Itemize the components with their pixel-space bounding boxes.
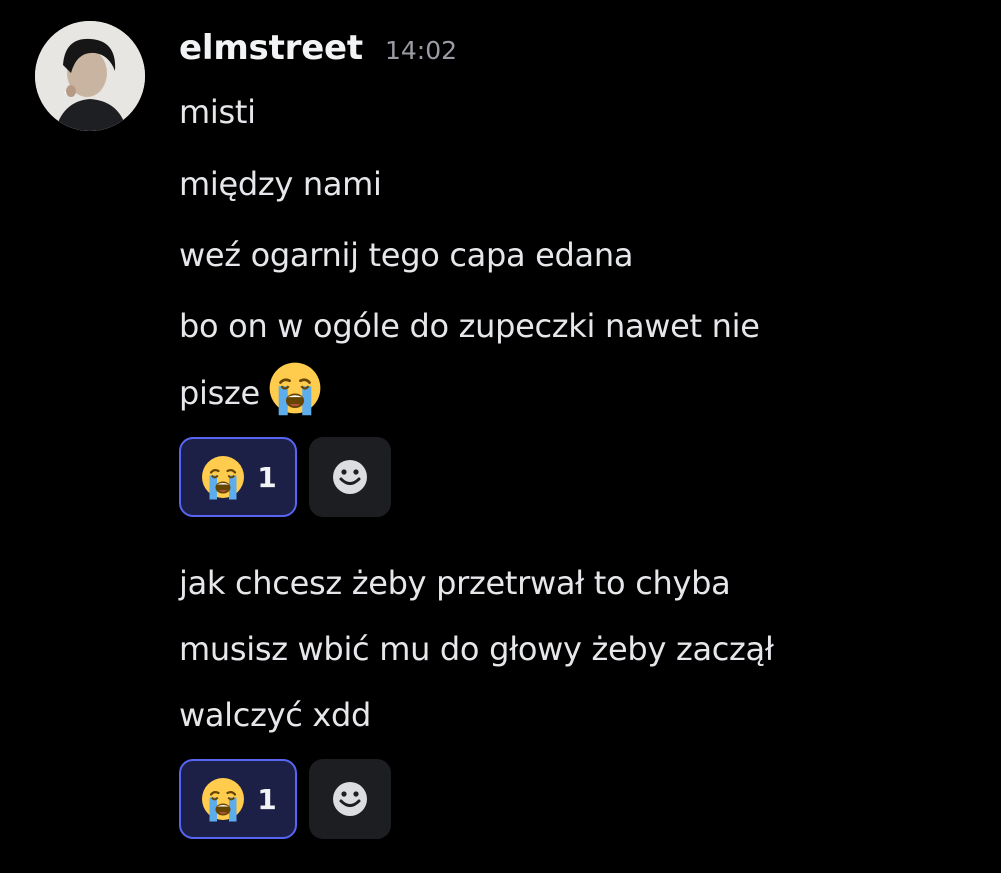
message-line: jak chcesz żeby przetrwał to chyba [179,564,731,602]
message-text: między nami [179,165,382,203]
reaction-button[interactable]: 1 [179,759,297,839]
user-avatar[interactable] [35,21,145,131]
add-reaction-smile-icon [330,457,370,497]
loudly-crying-face-icon [266,359,324,417]
add-reaction-button[interactable] [309,759,391,839]
message-line: bo on w ogóle do zupeczki nawet nie [179,307,760,345]
reaction-bar: 1 [179,759,391,839]
reaction-bar: 1 [179,437,391,517]
loudly-crying-face-icon [199,775,247,823]
chat-message-group: elmstreet 14:02 misti między nami weź og… [0,0,1001,873]
message-line-text: pisze [179,374,260,412]
message-text: bo on w ogóle do zupeczki nawet nie pisz… [179,293,760,426]
add-reaction-button[interactable] [309,437,391,517]
message-text: jak chcesz żeby przetrwał to chyba musis… [179,550,774,748]
user-avatar-photo-icon [35,21,145,131]
loudly-crying-face-icon [199,453,247,501]
message-text: misti [179,93,256,131]
message-line: musisz wbić mu do głowy żeby zaczął [179,630,774,668]
reaction-count: 1 [257,782,277,816]
message-header: elmstreet 14:02 [179,28,457,76]
message-timestamp: 14:02 [384,36,458,65]
reaction-count: 1 [257,460,277,494]
message-line: pisze [179,359,760,426]
add-reaction-smile-icon [330,779,370,819]
message-line: walczyć xdd [179,696,372,734]
username[interactable]: elmstreet [179,28,363,68]
message-text: weź ogarnij tego capa edana [179,236,634,274]
reaction-button[interactable]: 1 [179,437,297,517]
